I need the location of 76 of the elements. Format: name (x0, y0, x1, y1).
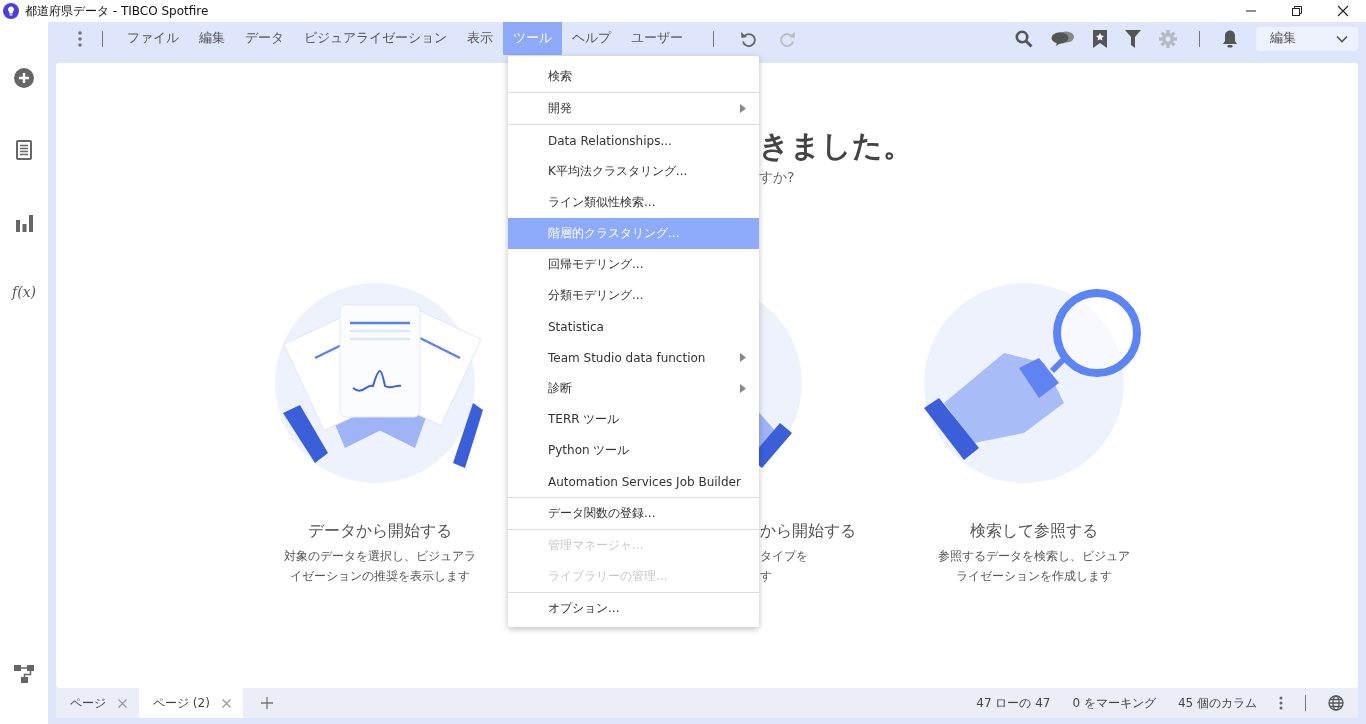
more-icon[interactable] (1279, 696, 1283, 710)
menu-item-label[interactable]: Data Relationships... (548, 133, 672, 148)
mode-dropdown[interactable]: 編集 (1256, 26, 1358, 51)
menu-item[interactable]: ビジュアライゼーション (294, 22, 457, 55)
card-title[interactable]: から開始する (759, 521, 856, 542)
comments-icon[interactable] (1051, 30, 1075, 47)
welcome-heading: きました。 (759, 127, 913, 165)
submenu-caret-icon (740, 384, 746, 393)
menu-item-label[interactable]: 検索 (548, 68, 572, 85)
menu-item[interactable]: Automation Services Job Builder (508, 466, 759, 497)
close-icon[interactable] (1337, 5, 1349, 17)
card-title[interactable]: データから開始する (308, 521, 452, 542)
add-icon[interactable] (14, 68, 34, 88)
flow-diagram-icon[interactable] (14, 664, 34, 684)
menu-item[interactable]: データ (235, 22, 294, 55)
menu-item[interactable]: Python ツール (508, 435, 759, 466)
function-label[interactable]: f(x) (12, 284, 36, 300)
menu-item[interactable]: 回帰モデリング... (508, 249, 759, 280)
menu-item[interactable]: 分類モデリング... (508, 280, 759, 311)
menu-item[interactable]: 開発 (508, 93, 759, 124)
menu-item-label[interactable]: Automation Services Job Builder (548, 474, 741, 489)
menu-item-label[interactable]: ライン類似性検索... (548, 194, 656, 211)
row-count: 47 ローの 47 (976, 694, 1051, 712)
column-count: 45 個のカラム (1177, 694, 1257, 712)
menu-item[interactable]: Statistica (508, 311, 759, 342)
globe-icon[interactable] (1328, 695, 1344, 711)
menu-item-label[interactable]: Statistica (548, 319, 604, 334)
page-tab-label[interactable]: ページ (70, 694, 106, 712)
add-page-icon[interactable] (260, 697, 273, 709)
filter-icon[interactable] (1125, 29, 1141, 48)
bar-chart-icon[interactable] (15, 212, 33, 232)
menu-item[interactable]: オプション... (508, 593, 759, 624)
notifications-icon[interactable] (1222, 29, 1238, 48)
restore-icon[interactable] (1291, 5, 1303, 17)
menu-item[interactable]: 検索 (508, 61, 759, 92)
menu-item[interactable]: K平均法クラスタリング... (508, 156, 759, 187)
page-tab[interactable]: ページ (2) (139, 688, 243, 718)
card-description: タイプを す (759, 548, 808, 585)
menu-item-label[interactable]: 回帰モデリング... (548, 256, 644, 273)
menu-item[interactable]: データ関数の登録... (508, 498, 759, 529)
menu-item[interactable]: ユーザー (621, 22, 693, 55)
menu-item-label[interactable]: 分類モデリング... (548, 287, 644, 304)
app-logo-icon (3, 3, 19, 19)
card-title[interactable]: 検索して参照する (970, 521, 1098, 542)
menu-item-label[interactable]: Python ツール (548, 442, 630, 459)
window-title: 都道府県データ - TIBCO Spotfire (25, 2, 209, 20)
bookmark-icon[interactable] (1093, 29, 1107, 48)
menu-item-label[interactable]: オプション... (548, 600, 620, 617)
menu-item[interactable]: ファイル (117, 22, 189, 55)
menu-item-label[interactable]: 診断 (548, 380, 572, 397)
card-description: 対象のデータを選択し、ビジュアラ イゼーションの推奨を表示します (284, 548, 476, 585)
list-icon[interactable] (16, 140, 32, 160)
menu-item[interactable]: TERR ツール (508, 404, 759, 435)
undo-icon[interactable] (740, 30, 756, 47)
menu-item-label[interactable]: K平均法クラスタリング... (548, 163, 688, 180)
submenu-caret-icon (740, 104, 746, 113)
menu-item[interactable]: ライン類似性検索... (508, 187, 759, 218)
menu-item[interactable]: ヘルプ (562, 22, 621, 55)
chevron-down-icon (1336, 34, 1348, 43)
submenu-caret-icon (740, 353, 746, 362)
menu-item-label[interactable]: TERR ツール (548, 411, 620, 428)
welcome-subheading: すか? (759, 169, 795, 187)
menu-item-label[interactable]: データ関数の登録... (548, 505, 656, 522)
search-icon[interactable] (1015, 29, 1033, 48)
menu-item-label[interactable]: 開発 (548, 100, 572, 117)
menu-item[interactable]: Team Studio data function (508, 342, 759, 373)
menu-item[interactable]: 診断 (508, 373, 759, 404)
menu-item[interactable]: 表示 (457, 22, 503, 55)
card-description: 参照するデータを検索し、ビジュア ライゼーションを作成します (938, 548, 1130, 585)
page-tab-label[interactable]: ページ (2) (153, 694, 210, 712)
menu-item-label[interactable]: Team Studio data function (548, 350, 706, 365)
more-icon[interactable] (78, 30, 82, 47)
marked-count: 0 をマーキング (1072, 694, 1156, 712)
menu-item[interactable]: Data Relationships... (508, 125, 759, 156)
page-tab[interactable]: ページ (56, 688, 139, 718)
menu-item[interactable]: 編集 (189, 22, 235, 55)
